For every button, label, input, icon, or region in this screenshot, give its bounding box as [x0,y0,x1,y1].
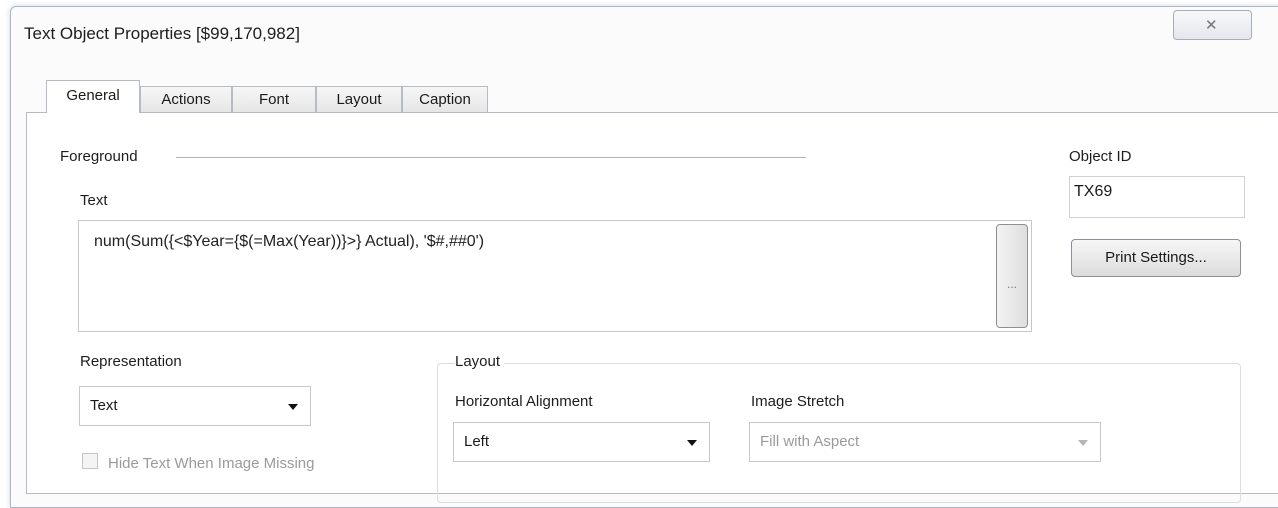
foreground-divider [176,157,806,158]
close-button[interactable]: ✕ [1173,10,1252,40]
tab-caption[interactable]: Caption [402,86,488,112]
tab-layout[interactable]: Layout [316,86,402,112]
text-expression-input[interactable]: num(Sum({<$Year={$(=Max(Year))}>} Actual… [78,220,1032,332]
object-id-value: TX69 [1074,183,1113,200]
close-icon: ✕ [1205,17,1218,34]
chevron-down-icon [288,404,298,410]
image-stretch-selected-value: Fill with Aspect [760,433,860,450]
representation-selected-value: Text [90,397,118,414]
hide-text-checkbox[interactable] [82,453,98,469]
horizontal-alignment-label: Horizontal Alignment [455,393,593,410]
tab-font[interactable]: Font [232,86,316,112]
tab-general[interactable]: General [46,80,140,113]
print-settings-button[interactable]: Print Settings... [1071,239,1241,277]
chevron-down-icon [1078,440,1088,446]
image-stretch-dropdown[interactable]: Fill with Aspect [749,422,1101,462]
chevron-down-icon [687,440,697,446]
horizontal-alignment-selected-value: Left [464,433,490,450]
representation-label: Representation [80,353,182,370]
object-id-field[interactable]: TX69 [1069,176,1245,218]
layout-group-label: Layout [455,353,505,370]
text-field-label: Text [80,192,108,209]
expression-editor-button[interactable]: ... [996,224,1028,328]
representation-dropdown[interactable]: Text [79,386,311,426]
image-stretch-label: Image Stretch [751,393,845,410]
foreground-section-label: Foreground [60,148,138,165]
dialog-title: Text Object Properties [$99,170,982] [24,24,300,43]
tab-actions[interactable]: Actions [140,86,232,112]
text-expression-value: num(Sum({<$Year={$(=Max(Year))}>} Actual… [94,233,485,250]
object-id-label: Object ID [1069,148,1132,165]
hide-text-label: Hide Text When Image Missing [108,455,315,472]
horizontal-alignment-dropdown[interactable]: Left [453,422,710,462]
